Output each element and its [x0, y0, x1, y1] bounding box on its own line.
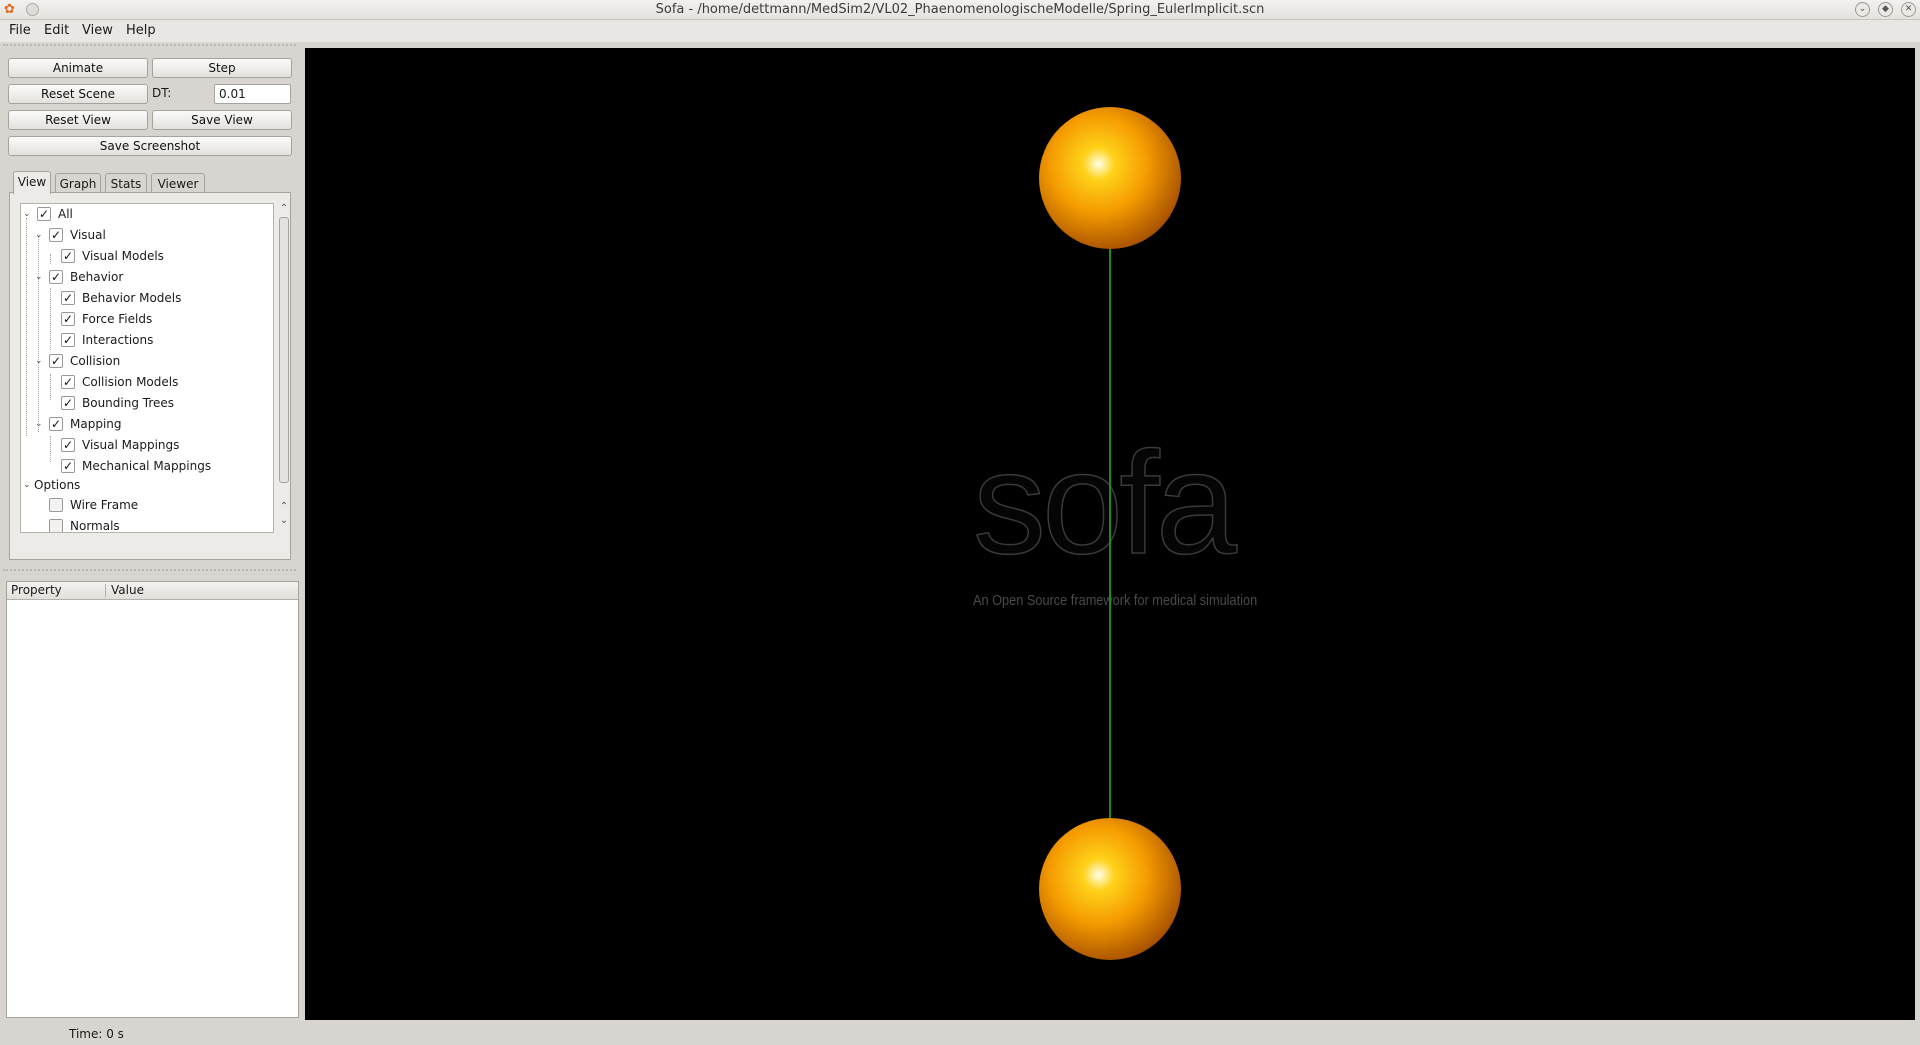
- checkbox-checked-icon[interactable]: ✓: [37, 207, 51, 221]
- tree-label: Behavior: [70, 270, 124, 284]
- column-property[interactable]: Property: [11, 582, 62, 599]
- tree-label: Interactions: [82, 333, 154, 347]
- menu-view[interactable]: View: [78, 22, 117, 39]
- title-bar: ✿ Sofa - /home/dettmann/MedSim2/VL02_Pha…: [0, 0, 1920, 20]
- tree-label: Force Fields: [82, 312, 153, 326]
- animate-button[interactable]: Animate: [8, 58, 148, 78]
- expand-arrow-icon[interactable]: ⌄: [23, 475, 31, 495]
- expand-arrow-icon[interactable]: ⌄: [23, 204, 31, 224]
- scene-canvas: [1039, 107, 1181, 960]
- tree-label: Visual: [70, 228, 106, 242]
- checkbox-checked-icon[interactable]: ✓: [49, 228, 63, 242]
- property-panel: Property Value: [3, 569, 299, 1019]
- scroll-up-icon[interactable]: ⌃: [278, 203, 290, 214]
- tab-view[interactable]: View: [13, 171, 51, 194]
- checkbox-checked-icon[interactable]: ✓: [61, 291, 75, 305]
- checkbox-checked-icon[interactable]: ✓: [61, 375, 75, 389]
- tree-label: Collision: [70, 354, 121, 368]
- menu-bar: File Edit View Help: [0, 20, 1920, 42]
- expand-arrow-icon[interactable]: ⌄: [35, 225, 43, 245]
- tree-guide: [26, 218, 27, 436]
- view-tab-panel: ⌄ ✓ All ⌄ ✓ Visual ✓ Visual Models ⌄ ✓ B…: [9, 192, 291, 560]
- tree-guide: [38, 236, 39, 432]
- tree-guide: [50, 288, 51, 350]
- menu-edit[interactable]: Edit: [40, 22, 73, 39]
- tree-guide: [50, 374, 51, 400]
- checkbox-checked-icon[interactable]: ✓: [49, 417, 63, 431]
- tree-label: Wire Frame: [70, 498, 139, 512]
- expand-arrow-icon[interactable]: ⌄: [35, 414, 43, 434]
- checkbox-checked-icon[interactable]: ✓: [61, 396, 75, 410]
- save-view-button[interactable]: Save View: [152, 110, 292, 130]
- dt-input[interactable]: 0.01: [214, 84, 291, 104]
- tree-scrollbar[interactable]: ⌃ ⌃ ⌄: [278, 203, 290, 533]
- checkbox-unchecked-icon[interactable]: [49, 498, 63, 512]
- reset-scene-button[interactable]: Reset Scene: [8, 84, 148, 104]
- expand-arrow-icon[interactable]: ⌄: [35, 267, 43, 287]
- tree-label: Mapping: [70, 417, 122, 431]
- expand-arrow-icon[interactable]: ⌄: [35, 351, 43, 371]
- checkbox-checked-icon[interactable]: ✓: [49, 270, 63, 284]
- checkbox-unchecked-icon[interactable]: [49, 519, 63, 532]
- tree-label: Mechanical Mappings: [82, 459, 212, 473]
- tree-label: All: [58, 207, 73, 221]
- checkbox-checked-icon[interactable]: ✓: [61, 333, 75, 347]
- tab-viewer[interactable]: Viewer: [151, 173, 205, 194]
- maximize-icon[interactable]: ◆: [1878, 2, 1893, 17]
- save-screenshot-button[interactable]: Save Screenshot: [8, 136, 292, 156]
- simulation-time: Time: 0 s: [69, 1027, 124, 1041]
- mass-sphere-bottom[interactable]: [1039, 818, 1181, 960]
- window-title: Sofa - /home/dettmann/MedSim2/VL02_Phaen…: [655, 2, 1265, 17]
- tab-stats[interactable]: Stats: [105, 173, 147, 194]
- tree-guide: [50, 436, 51, 462]
- tree-label: Behavior Models: [82, 291, 182, 305]
- scrollbar-thumb[interactable]: [279, 217, 289, 483]
- simulation-viewport[interactable]: sofa An Open Source framework for medica…: [305, 48, 1915, 1020]
- property-table[interactable]: Property Value: [6, 581, 299, 1018]
- tree-label: Normals: [70, 519, 120, 533]
- column-separator: [105, 584, 106, 597]
- tree-label: Collision Models: [82, 375, 179, 389]
- column-value[interactable]: Value: [111, 582, 144, 599]
- close-icon[interactable]: ✕: [1901, 2, 1916, 17]
- tree-label: Options: [34, 478, 81, 492]
- tree-label: Visual Mappings: [82, 438, 180, 452]
- checkbox-checked-icon[interactable]: ✓: [49, 354, 63, 368]
- checkbox-checked-icon[interactable]: ✓: [61, 438, 75, 452]
- dt-label: DT:: [152, 86, 172, 100]
- tree-guide: [50, 254, 51, 264]
- scroll-down-icon[interactable]: ⌄: [278, 515, 290, 526]
- menu-file[interactable]: File: [5, 22, 35, 39]
- checkbox-checked-icon[interactable]: ✓: [61, 249, 75, 263]
- control-panel: Animate Step Reset Scene DT: 0.01 Reset …: [3, 44, 296, 564]
- menu-help[interactable]: Help: [122, 22, 160, 39]
- checkbox-checked-icon[interactable]: ✓: [61, 312, 75, 326]
- status-bar: Time: 0 s: [0, 1022, 1920, 1045]
- mass-sphere-top[interactable]: [1039, 107, 1181, 249]
- checkbox-checked-icon[interactable]: ✓: [61, 459, 75, 473]
- reset-view-button[interactable]: Reset View: [8, 110, 148, 130]
- display-flags-tree: ⌄ ✓ All ⌄ ✓ Visual ✓ Visual Models ⌄ ✓ B…: [20, 203, 274, 533]
- scroll-up-small-icon[interactable]: ⌃: [278, 501, 290, 512]
- tree-label: Bounding Trees: [82, 396, 175, 410]
- tab-graph[interactable]: Graph: [55, 173, 101, 194]
- tree-label: Visual Models: [82, 249, 164, 263]
- step-button[interactable]: Step: [152, 58, 292, 78]
- minimize-icon[interactable]: ⌄: [1855, 2, 1870, 17]
- property-table-header: Property Value: [7, 582, 298, 600]
